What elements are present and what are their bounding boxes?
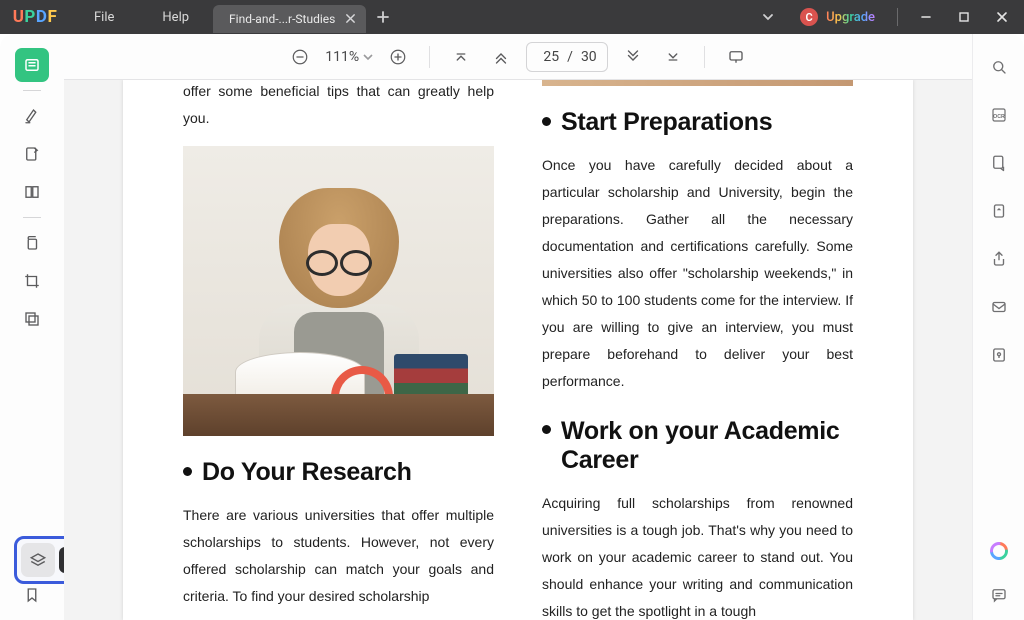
tab-overflow-button[interactable] bbox=[752, 10, 784, 24]
search-button[interactable] bbox=[984, 52, 1014, 82]
page-indicator[interactable]: 25 / 30 bbox=[526, 42, 608, 72]
new-tab-button[interactable] bbox=[366, 10, 400, 24]
page-current: 25 bbox=[537, 49, 559, 65]
svg-text:OCR: OCR bbox=[993, 114, 1005, 120]
page-total: 30 bbox=[581, 49, 597, 65]
first-page-button[interactable] bbox=[446, 42, 476, 72]
article-image bbox=[183, 146, 494, 436]
separator bbox=[23, 217, 41, 218]
left-sidebar: Thumbnails bbox=[0, 34, 64, 620]
email-button[interactable] bbox=[984, 292, 1014, 322]
page-separator: / bbox=[567, 49, 573, 65]
document-page: offer some beneficial tips that can grea… bbox=[123, 80, 913, 620]
upgrade-label: Upgrade bbox=[826, 10, 875, 25]
window-maximize[interactable] bbox=[948, 0, 980, 34]
document-tab[interactable]: Find-and-...r-Studies bbox=[213, 5, 366, 33]
zoom-value: 111% bbox=[325, 49, 359, 65]
comments-panel-button[interactable] bbox=[984, 580, 1014, 610]
top-toolbar: 111% 25 / 30 bbox=[64, 34, 972, 80]
zoom-out-button[interactable] bbox=[285, 42, 315, 72]
titlebar-right: C Upgrade bbox=[752, 0, 1024, 34]
menubar: File Help bbox=[70, 0, 213, 34]
convert-button[interactable] bbox=[984, 148, 1014, 178]
share-button[interactable] bbox=[984, 244, 1014, 274]
tab-title: Find-and-...r-Studies bbox=[229, 12, 335, 26]
window-minimize[interactable] bbox=[910, 0, 942, 34]
app-logo: UPDF bbox=[0, 0, 70, 34]
crop-tool-button[interactable] bbox=[15, 264, 49, 298]
window-close[interactable] bbox=[986, 0, 1018, 34]
upgrade-button[interactable]: C Upgrade bbox=[790, 0, 885, 34]
heading-work-on-academic-career: Work on your Academic Career bbox=[542, 417, 853, 476]
page-left-column: offer some beneficial tips that can grea… bbox=[183, 80, 494, 580]
image-strip bbox=[542, 80, 853, 86]
account-badge: C bbox=[800, 8, 818, 26]
annotate-tool-button[interactable] bbox=[15, 137, 49, 171]
close-tab-icon[interactable] bbox=[345, 13, 356, 24]
separator bbox=[429, 46, 430, 68]
presentation-button[interactable] bbox=[721, 42, 751, 72]
bookmark-button[interactable] bbox=[15, 578, 49, 612]
document-viewport[interactable]: offer some beneficial tips that can grea… bbox=[64, 80, 972, 620]
zoom-selector[interactable]: 111% bbox=[325, 49, 373, 65]
prev-page-button[interactable] bbox=[486, 42, 516, 72]
titlebar: UPDF File Help Find-and-...r-Studies C U… bbox=[0, 0, 1024, 34]
caret-down-icon bbox=[363, 52, 373, 62]
body-text: There are various universities that offe… bbox=[183, 502, 494, 610]
next-page-button[interactable] bbox=[618, 42, 648, 72]
menu-help[interactable]: Help bbox=[138, 0, 213, 34]
separator bbox=[23, 90, 41, 91]
export-button[interactable] bbox=[984, 196, 1014, 226]
zoom-in-button[interactable] bbox=[383, 42, 413, 72]
body-text: Once you have carefully decided about a … bbox=[542, 152, 853, 395]
menu-file[interactable]: File bbox=[70, 0, 138, 34]
reader-mode-button[interactable] bbox=[15, 48, 49, 82]
copy-tool-button[interactable] bbox=[15, 226, 49, 260]
page-right-column: Start Preparations Once you have careful… bbox=[542, 80, 853, 580]
separator bbox=[704, 46, 705, 68]
body-text: Acquiring full scholarships from renowne… bbox=[542, 490, 853, 620]
center-column: 111% 25 / 30 bbox=[64, 34, 972, 620]
page-layout-button[interactable] bbox=[15, 175, 49, 209]
updf-logo-icon[interactable] bbox=[984, 536, 1014, 566]
workspace: Thumbnails 111% bbox=[0, 34, 1024, 620]
layers-tool-button[interactable] bbox=[15, 302, 49, 336]
heading-start-preparations: Start Preparations bbox=[542, 108, 853, 138]
tabstrip: Find-and-...r-Studies bbox=[213, 0, 752, 34]
protect-button[interactable] bbox=[984, 340, 1014, 370]
last-page-button[interactable] bbox=[658, 42, 688, 72]
right-sidebar: OCR bbox=[972, 34, 1024, 620]
thumbnails-button[interactable] bbox=[21, 543, 55, 577]
separator bbox=[897, 8, 898, 26]
heading-do-your-research: Do Your Research bbox=[183, 458, 494, 488]
ocr-button[interactable]: OCR bbox=[984, 100, 1014, 130]
highlight-tool-button[interactable] bbox=[15, 99, 49, 133]
body-text: offer some beneficial tips that can grea… bbox=[183, 80, 494, 132]
